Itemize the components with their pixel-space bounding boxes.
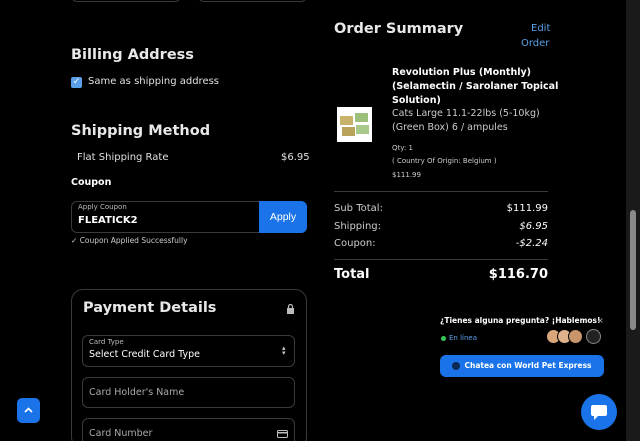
product-name-line1: Revolution Plus (Monthly) (392, 67, 532, 78)
same-as-shipping-checkbox[interactable]: ✓ (71, 77, 82, 88)
address-field-partial-2[interactable] (198, 0, 307, 2)
card-type-label: Card Type (89, 338, 124, 346)
shipping-label: Shipping: (334, 221, 381, 232)
subtotal-value: $111.99 (506, 203, 548, 214)
coupon-success-message: ✓ Coupon Applied Successfully (71, 236, 188, 245)
coupon-input-label: Apply Coupon (78, 203, 127, 211)
card-holder-placeholder: Card Holder's Name (89, 387, 185, 398)
card-number-placeholder: Card Number (89, 428, 153, 439)
check-icon: ✓ (71, 236, 78, 245)
shipping-title: Shipping Method (71, 123, 211, 139)
order-summary-title: Order Summary (334, 21, 464, 37)
product-name-line3: Solution) (392, 95, 441, 106)
product-variant-line2: (Green Box) 6 / ampules (392, 122, 508, 133)
bot-avatar-icon (586, 329, 601, 344)
product-origin: ( Country Of Origin: Belgium ) (392, 157, 497, 165)
product-price: $111.99 (392, 171, 421, 179)
billing-title: Billing Address (71, 47, 194, 63)
product-name-line2: (Selamectin / Sarolaner Topical (392, 81, 559, 92)
lock-icon (287, 304, 294, 314)
product-qty: Qty: 1 (392, 144, 413, 152)
avatar (568, 329, 583, 344)
chat-close-icon[interactable]: × (597, 316, 604, 325)
scrollbar-thumb[interactable] (630, 210, 636, 330)
credit-card-icon (277, 430, 288, 438)
coupon-input-value[interactable]: FLEATICK2 (78, 215, 138, 226)
message-icon (591, 405, 607, 420)
coupon-value: -$2.24 (515, 238, 548, 249)
chat-start-button[interactable]: Chatea con World Pet Express (440, 355, 604, 377)
scroll-to-top-button[interactable] (17, 398, 40, 423)
online-status-dot (441, 336, 446, 341)
chat-fab-button[interactable] (581, 394, 617, 430)
chat-button-label: Chatea con World Pet Express (464, 361, 592, 370)
card-type-value: Select Credit Card Type (89, 349, 200, 360)
same-as-shipping-label: Same as shipping address (88, 76, 220, 87)
product-variant-line1: Cats Large 11.1-22lbs (5-10kg) (392, 108, 540, 119)
total-value: $116.70 (488, 267, 548, 282)
coupon-success-text: Coupon Applied Successfully (79, 236, 188, 245)
coupon-label: Coupon: (334, 238, 376, 249)
coupon-title: Coupon (71, 177, 112, 188)
apply-coupon-button[interactable]: Apply (259, 201, 307, 233)
chevron-up-icon (24, 407, 33, 413)
select-arrows-icon: ▴ ▾ (282, 344, 286, 357)
summary-divider (334, 191, 548, 192)
shipping-method-label: Flat Shipping Rate (77, 152, 169, 163)
payment-title: Payment Details (83, 300, 217, 316)
total-label: Total (334, 267, 370, 282)
total-divider (334, 259, 548, 260)
chat-question: ¿Tienes alguna pregunta? ¡Hablemos! (440, 316, 601, 325)
chat-status: En línea (449, 334, 478, 342)
shipping-value: $6.95 (519, 221, 548, 232)
chat-bubble-icon (452, 362, 461, 370)
shipping-method-price: $6.95 (281, 152, 310, 163)
product-image (337, 107, 372, 142)
edit-order-link-1[interactable]: Edit (531, 23, 550, 34)
edit-order-link-2[interactable]: Order (521, 38, 549, 49)
subtotal-label: Sub Total: (334, 203, 383, 214)
address-field-partial[interactable] (71, 0, 181, 2)
